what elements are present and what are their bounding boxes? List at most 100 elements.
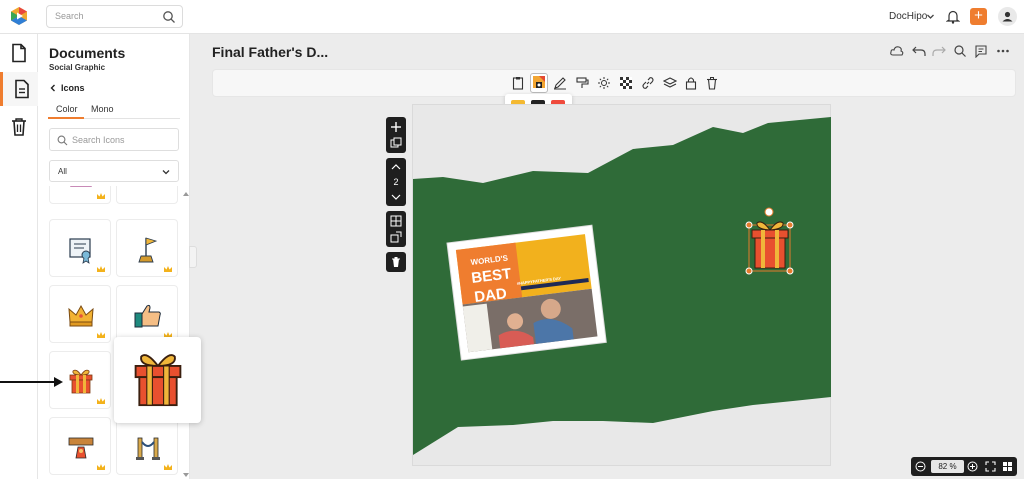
- premium-crown-icon: [97, 266, 105, 272]
- premium-crown-icon: [97, 464, 105, 470]
- gift-box-icon: [134, 354, 182, 407]
- crown-icon: [68, 304, 94, 327]
- premium-crown-icon: [97, 398, 105, 404]
- grid-view-icon[interactable]: [1002, 461, 1013, 472]
- document-title[interactable]: Final Father's D...: [212, 44, 328, 60]
- page-navigation: 2: [386, 158, 406, 206]
- zoom-level[interactable]: 82 %: [931, 460, 964, 473]
- zoom-out-icon[interactable]: [915, 461, 926, 472]
- redo-icon[interactable]: [932, 44, 946, 58]
- tab-color[interactable]: Color: [56, 104, 78, 114]
- element-toolbar: [212, 69, 1016, 97]
- search-bar[interactable]: Search: [46, 5, 183, 28]
- icon-tile[interactable]: [49, 219, 111, 277]
- premium-crown-icon: [97, 332, 105, 338]
- top-bar: Search DocHipo +: [0, 0, 1024, 34]
- brightness-icon[interactable]: [597, 76, 611, 90]
- account-name[interactable]: DocHipo: [889, 11, 927, 22]
- layers-icon[interactable]: [663, 76, 677, 90]
- resize-page-icon[interactable]: [390, 231, 402, 243]
- panel-title: Documents: [49, 45, 126, 61]
- color-palette-icon: [533, 76, 545, 88]
- chevron-down-icon: [162, 170, 170, 175]
- icon-search-field[interactable]: Search Icons: [49, 128, 179, 151]
- color-picker-button[interactable]: [530, 73, 548, 93]
- canvas-artwork: WORLD'S BEST DAD #HAPPYFATHER'S DAY: [413, 117, 831, 455]
- create-button[interactable]: +: [970, 8, 987, 25]
- category-select-value: All: [58, 167, 67, 176]
- search-icon: [57, 135, 68, 146]
- rope-barrier-icon: [136, 437, 160, 460]
- scroll-down-icon[interactable]: [183, 472, 189, 478]
- active-tab-indicator: [48, 117, 84, 119]
- icon-tile[interactable]: [116, 186, 178, 204]
- premium-crown-icon: [164, 464, 172, 470]
- paint-roller-icon[interactable]: [575, 76, 589, 90]
- tab-mono[interactable]: Mono: [91, 104, 114, 114]
- icon-tile[interactable]: [116, 219, 178, 277]
- transparency-icon[interactable]: [619, 76, 633, 90]
- zoom-in-icon[interactable]: [967, 461, 978, 472]
- comment-icon[interactable]: [974, 44, 988, 58]
- add-page-icon[interactable]: [390, 121, 402, 133]
- gift-box-icon: [69, 369, 93, 394]
- duplicate-page-icon[interactable]: [390, 137, 402, 149]
- rail-item-documents[interactable]: [0, 72, 38, 106]
- scroll-up-icon[interactable]: [183, 191, 189, 197]
- search-input[interactable]: Search: [55, 11, 84, 21]
- fit-screen-icon[interactable]: [985, 461, 996, 472]
- left-rail: [0, 34, 38, 479]
- pen-icon[interactable]: [553, 76, 567, 90]
- category-select[interactable]: All: [49, 160, 179, 182]
- panel-subtitle: Social Graphic: [49, 63, 106, 72]
- photo-card[interactable]: [446, 224, 607, 361]
- lock-icon[interactable]: [684, 76, 698, 90]
- rail-item-trash[interactable]: [0, 110, 38, 144]
- search-icon[interactable]: [162, 10, 176, 24]
- icon-tile[interactable]: [49, 417, 111, 475]
- premium-crown-icon: [164, 266, 172, 272]
- avatar[interactable]: [998, 7, 1017, 26]
- panel-collapse-handle[interactable]: [189, 246, 197, 268]
- thumbs-up-icon: [134, 304, 161, 328]
- icon-tile[interactable]: [49, 186, 111, 204]
- dochipo-logo-icon[interactable]: [9, 6, 29, 26]
- documents-icon: [15, 79, 29, 99]
- trophy-flag-icon: [138, 237, 158, 263]
- delete-page-button[interactable]: [386, 252, 406, 272]
- cloud-save-icon[interactable]: [890, 44, 904, 58]
- icon-grid: [49, 186, 179, 479]
- grid-icon[interactable]: [390, 215, 402, 227]
- page-up-icon[interactable]: [390, 163, 402, 171]
- premium-crown-icon: [97, 193, 105, 199]
- back-to-icons[interactable]: Icons: [61, 83, 85, 93]
- page-layout-group: [386, 211, 406, 247]
- canvas-page[interactable]: WORLD'S BEST DAD #HAPPYFATHER'S DAY: [412, 104, 831, 466]
- pointer-arrow-icon: [0, 377, 63, 387]
- document-icon: [12, 43, 26, 63]
- user-icon: [1002, 11, 1013, 22]
- icon-hover-preview: [114, 337, 201, 423]
- icon-search-input[interactable]: Search Icons: [72, 135, 125, 145]
- chevron-left-icon[interactable]: [49, 84, 57, 92]
- zoom-controls: 82 %: [911, 457, 1017, 476]
- icon-tile[interactable]: [116, 417, 178, 475]
- clipboard-icon[interactable]: [511, 76, 525, 90]
- icon-tile[interactable]: [116, 285, 178, 343]
- search-icon[interactable]: [953, 44, 967, 58]
- page-down-icon[interactable]: [390, 193, 402, 201]
- rail-item-new-document[interactable]: [0, 36, 38, 70]
- trash-icon[interactable]: [705, 76, 719, 90]
- more-options-icon[interactable]: [996, 44, 1010, 58]
- icon-tile[interactable]: [49, 285, 111, 343]
- chevron-down-icon[interactable]: [926, 12, 935, 21]
- bell-icon[interactable]: [946, 9, 960, 24]
- zoom-value: 82: [938, 462, 948, 471]
- page-number: 2: [393, 177, 399, 187]
- congrats-sign-icon: [68, 437, 94, 459]
- link-icon[interactable]: [641, 76, 655, 90]
- zoom-unit: %: [949, 462, 957, 471]
- page-add-duplicate-group: [386, 117, 406, 153]
- undo-icon[interactable]: [912, 44, 926, 58]
- trash-icon: [392, 257, 400, 267]
